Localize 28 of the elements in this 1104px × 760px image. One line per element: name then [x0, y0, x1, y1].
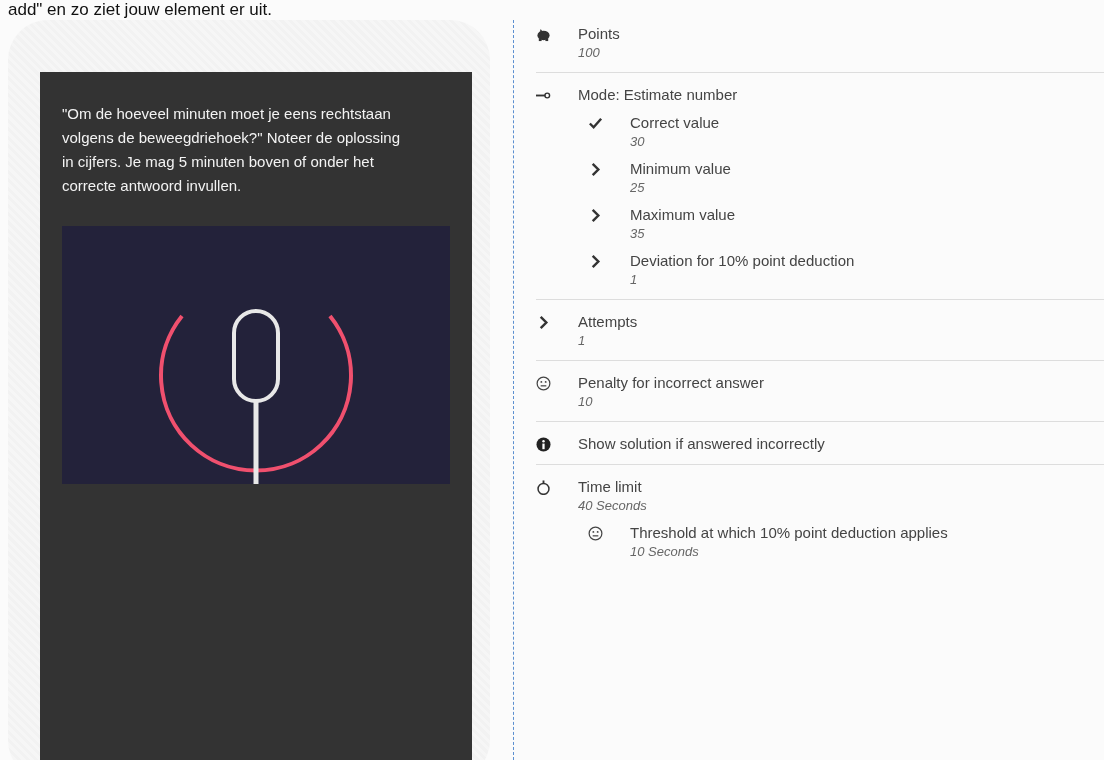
setting-label: Penalty for incorrect answer — [578, 373, 764, 393]
setting-value: 10 — [578, 393, 594, 411]
setting-label: Mode: Estimate number — [578, 85, 738, 105]
setting-label: Maximum value — [630, 205, 736, 225]
setting-label: Deviation for 10% point deduction — [630, 251, 855, 271]
setting-label: Minimum value — [630, 159, 731, 179]
setting-value: 10 Seconds — [630, 543, 700, 561]
setting-value: 40 Seconds — [578, 497, 647, 515]
setting-label: Attempts — [578, 312, 638, 332]
setting-value: 1 — [630, 271, 639, 289]
neutral-face-icon — [536, 376, 551, 391]
piggy-bank-icon — [536, 27, 551, 42]
setting-value: 25 — [630, 179, 646, 197]
setting-label: Time limit — [578, 477, 643, 497]
stopwatch-icon — [536, 480, 551, 495]
caption-text: add" en zo ziet jouw element er uit. — [7, 0, 273, 20]
checkmark-icon — [588, 116, 603, 131]
setting-label: Points — [578, 24, 620, 44]
info-icon — [536, 437, 551, 452]
setting-value: 100 — [578, 44, 601, 62]
question-text: "Om de hoeveel minuten moet je eens rechtstaan volgens de beweegdriehoek?" Noteer de oplossing in cijfers. Je mag 5 minuten boven of onder het correcte antwoord invullen. — [62, 104, 402, 196]
setting-label: Show solution if answered incorrectly — [578, 434, 825, 454]
setting-value: 30 — [630, 133, 646, 151]
setting-label: Correct value — [630, 113, 720, 133]
setting-value: 1 — [578, 332, 587, 350]
setting-label: Threshold at which 10% point deduction applies — [630, 523, 948, 543]
neutral-face-icon — [588, 526, 603, 541]
setting-value: 35 — [630, 225, 646, 243]
